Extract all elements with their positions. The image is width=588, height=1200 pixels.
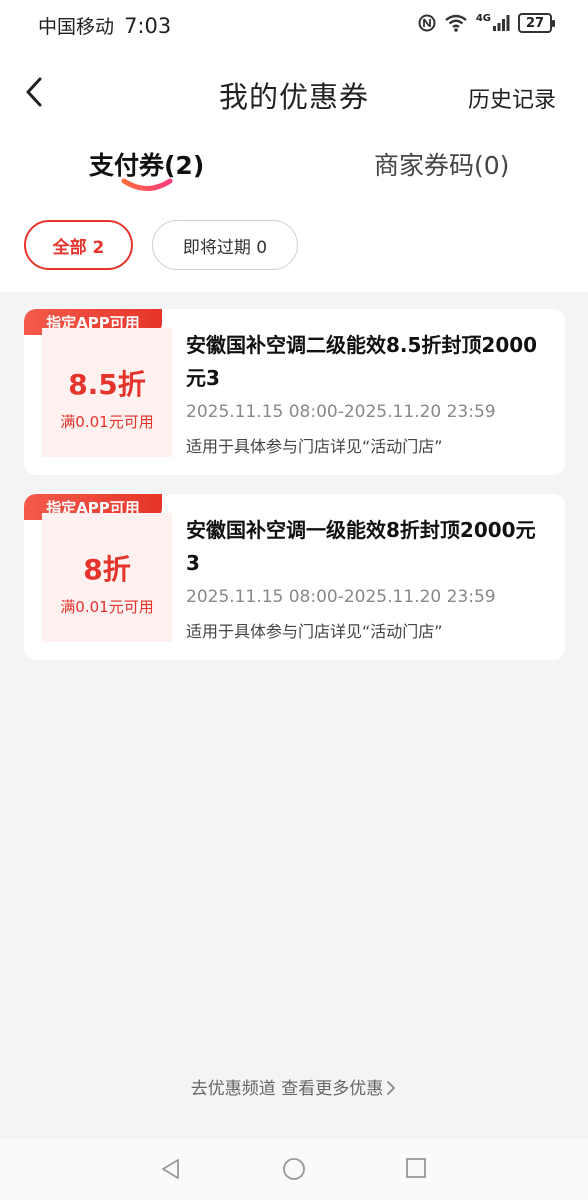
discount-value: 8.5折 (68, 368, 146, 401)
filter-all-chip[interactable]: 全部 2 (24, 220, 133, 270)
active-tab-indicator (121, 178, 173, 191)
filter-expiring-chip[interactable]: 即将过期 0 (152, 220, 298, 270)
wifi-icon (445, 14, 467, 32)
coupon-validity: 2025.11.15 08:00-2025.11.20 23:59 (186, 402, 496, 422)
history-link[interactable]: 历史记录 (468, 82, 556, 114)
battery-icon: 27 (518, 13, 555, 33)
top-area: 中国移动 7:03 4G 27 我的优惠券 历史记录 支付券(2) 商家券码(0… (0, 0, 588, 292)
chevron-right-icon (387, 1081, 396, 1095)
status-left: 中国移动 7:03 (38, 12, 171, 39)
discount-value: 8折 (83, 553, 131, 586)
coupon-info: 安徽国补空调二级能效8.5折封顶2000元3 2025.11.15 08:00-… (186, 329, 546, 457)
more-deals-link[interactable]: 去优惠频道 查看更多优惠 (0, 1074, 588, 1099)
carrier-label: 中国移动 (38, 16, 115, 38)
nfc-icon (418, 14, 436, 32)
coupon-title: 安徽国补空调二级能效8.5折封顶2000元3 (186, 333, 538, 390)
status-bar: 中国移动 7:03 4G 27 (0, 0, 588, 50)
coupon-title: 安徽国补空调一级能效8折封顶2000元3 (186, 518, 536, 575)
coupon-value-panel: 8折 满0.01元可用 (42, 513, 172, 642)
filter-chips: 全部 2 即将过期 0 (24, 220, 298, 270)
coupon-scope-note: 适用于具体参与门店详见“活动门店” (186, 622, 443, 641)
circle-home-icon[interactable] (282, 1157, 306, 1181)
network-type-label: 4G (475, 13, 491, 24)
status-right: 4G 27 (418, 13, 555, 33)
tab-merchant-codes[interactable]: 商家券码(0) (374, 146, 509, 182)
usage-condition: 满0.01元可用 (60, 413, 154, 431)
coupon-value-panel: 8.5折 满0.01元可用 (42, 328, 172, 457)
signal-icon (493, 15, 510, 31)
coupon-scope-note: 适用于具体参与门店详见“活动门店” (186, 437, 443, 456)
triangle-back-icon[interactable] (159, 1157, 183, 1181)
coupon-info: 安徽国补空调一级能效8折封顶2000元3 2025.11.15 08:00-20… (186, 514, 546, 642)
clock: 7:03 (124, 14, 172, 38)
coupon-tabs: 支付券(2) 商家券码(0) (0, 146, 588, 202)
more-deals-label: 去优惠频道 查看更多优惠 (190, 1079, 384, 1099)
usage-condition: 满0.01元可用 (60, 598, 154, 616)
coupon-card[interactable]: 指定APP可用 8折 满0.01元可用 安徽国补空调一级能效8折封顶2000元3… (24, 494, 565, 660)
square-recents-icon[interactable] (405, 1157, 427, 1179)
coupon-validity: 2025.11.15 08:00-2025.11.20 23:59 (186, 587, 496, 607)
coupon-list: 指定APP可用 8.5折 满0.01元可用 安徽国补空调二级能效8.5折封顶20… (24, 309, 565, 679)
header: 我的优惠券 历史记录 (0, 60, 588, 124)
coupon-card[interactable]: 指定APP可用 8.5折 满0.01元可用 安徽国补空调二级能效8.5折封顶20… (24, 309, 565, 475)
signal-group: 4G (476, 14, 510, 32)
system-nav-bar (0, 1139, 588, 1200)
coupon-page: 中国移动 7:03 4G 27 我的优惠券 历史记录 支付券(2) 商家券码(0… (0, 0, 588, 1200)
